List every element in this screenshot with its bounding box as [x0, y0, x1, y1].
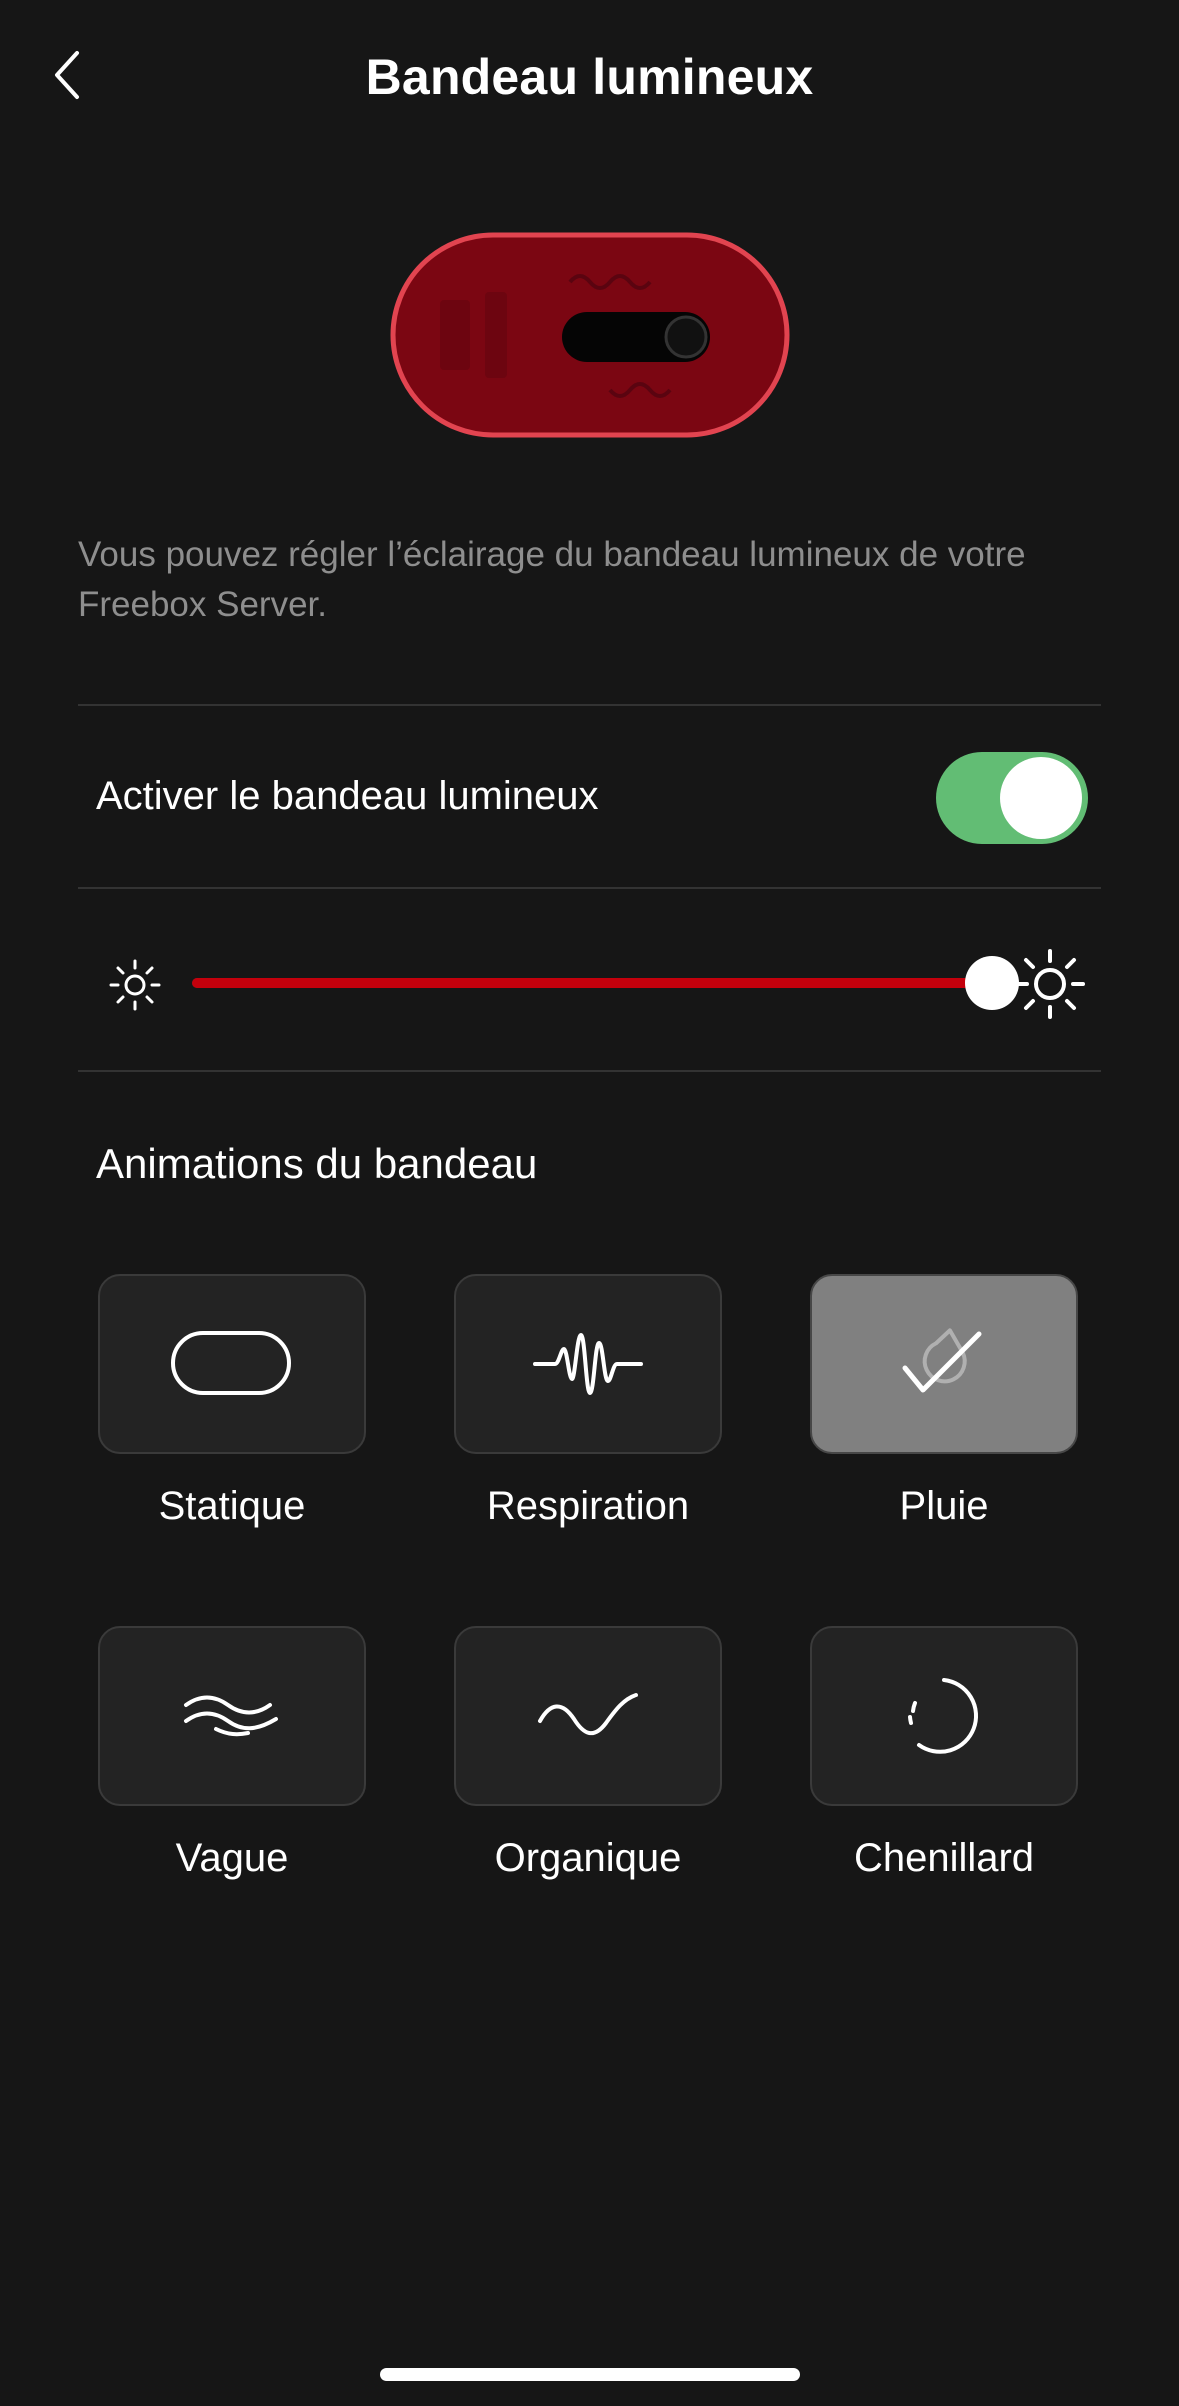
raindrop-check-icon: [902, 1328, 982, 1393]
rounded-rect-icon: [171, 1331, 291, 1395]
animation-statique[interactable]: Statique: [98, 1274, 366, 1529]
waves-icon: [184, 1695, 278, 1737]
description-text: Vous pouvez régler l’éclairage du bandea…: [78, 535, 1026, 624]
home-indicator: [380, 2368, 800, 2381]
brightness-row: [78, 890, 1101, 1070]
switch-knob: [1000, 757, 1082, 839]
animation-respiration[interactable]: Respiration: [454, 1274, 722, 1529]
sun-large-icon: [1015, 949, 1085, 1019]
animation-label: Vague: [175, 1836, 289, 1880]
sun-small-icon: [109, 959, 161, 1011]
divider: [78, 1070, 1101, 1072]
animation-tile-selected: [810, 1274, 1078, 1454]
header: Bandeau lumineux: [0, 0, 1179, 150]
animation-vague[interactable]: Vague: [98, 1626, 366, 1881]
animation-label: Respiration: [486, 1484, 690, 1528]
toggle-label: Activer le bandeau lumineux: [96, 774, 599, 818]
animation-label: Chenillard: [853, 1836, 1035, 1880]
animation-label: Statique: [158, 1484, 306, 1528]
device-image: [390, 230, 790, 440]
loading-circle-icon: [908, 1678, 979, 1754]
animation-tile: [454, 1274, 722, 1454]
animation-label: Pluie: [899, 1484, 989, 1528]
animation-tile: [454, 1626, 722, 1806]
animation-tile: [98, 1626, 366, 1806]
page-title: Bandeau lumineux: [365, 49, 814, 105]
animation-chenillard[interactable]: Chenillard: [810, 1626, 1078, 1881]
animation-tile: [98, 1274, 366, 1454]
toggle-row: Activer le bandeau lumineux: [78, 706, 1101, 888]
animation-pluie[interactable]: Pluie: [810, 1274, 1078, 1529]
sine-curve-icon: [538, 1693, 638, 1735]
animation-label: Organique: [494, 1836, 682, 1880]
brightness-slider-fill: [192, 978, 992, 988]
section-title: Animations du bandeau: [96, 1140, 538, 1187]
animation-tile: [810, 1626, 1078, 1806]
brightness-slider[interactable]: [192, 956, 1019, 1010]
animation-organique[interactable]: Organique: [454, 1626, 722, 1881]
brightness-slider-thumb[interactable]: [965, 956, 1019, 1010]
divider: [78, 887, 1101, 889]
enable-band-switch[interactable]: [936, 752, 1088, 844]
waveform-icon: [533, 1333, 643, 1395]
